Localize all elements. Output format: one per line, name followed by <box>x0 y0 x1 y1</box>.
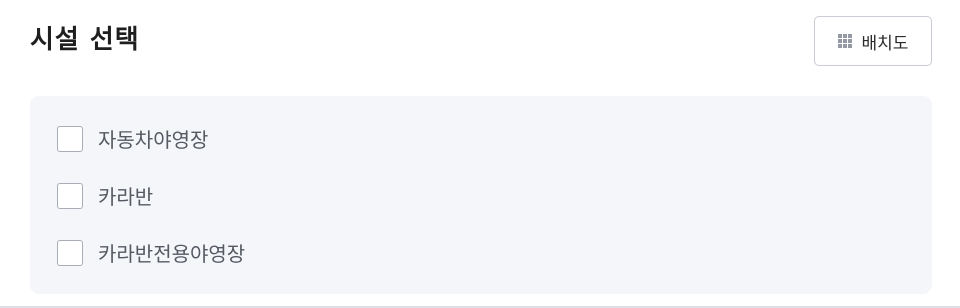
facility-checkbox[interactable] <box>57 125 83 152</box>
layout-map-button-label: 배치도 <box>861 33 909 54</box>
facility-checkbox[interactable] <box>57 182 83 209</box>
facility-option-caravan-only-camping[interactable]: 카라반전용야영장 <box>57 238 245 267</box>
page-title: 시설 선택 <box>30 25 140 55</box>
facility-option-label: 자동차야영장 <box>98 128 209 152</box>
facility-option-auto-camping[interactable]: 자동차야영장 <box>57 124 208 153</box>
facility-options-panel: 자동차야영장 카라반 카라반전용야영장 <box>30 96 932 294</box>
layout-map-button[interactable]: 배치도 <box>814 16 932 66</box>
facility-checkbox[interactable] <box>57 239 83 266</box>
facility-option-caravan[interactable]: 카라반 <box>57 181 153 210</box>
grid-icon <box>837 34 852 48</box>
facility-option-label: 카라반전용야영장 <box>98 242 246 266</box>
facility-option-label: 카라반 <box>98 185 154 209</box>
